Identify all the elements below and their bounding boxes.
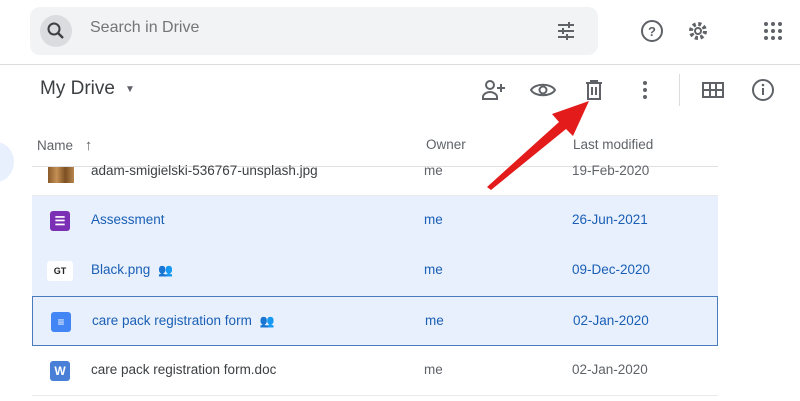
annotation-arrow [487,101,589,190]
